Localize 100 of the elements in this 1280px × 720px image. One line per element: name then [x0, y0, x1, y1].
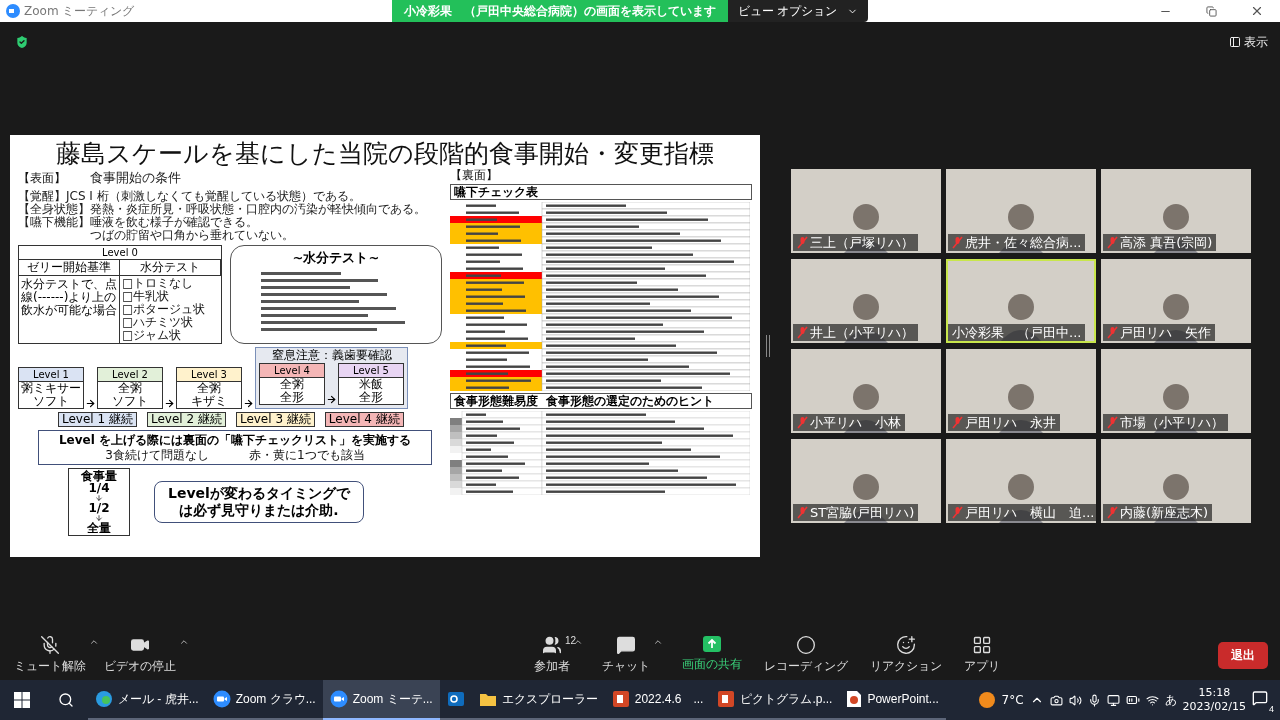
participant-name-tag: 戸田リハ 矢作 — [1103, 324, 1215, 341]
display-icon[interactable] — [1106, 693, 1120, 707]
check-option: □ポタージュ状 — [122, 303, 219, 316]
toolbar-button[interactable]: チャット — [598, 635, 664, 675]
level-zero-table: Level 0 ゼリー開始基準 水分テスト 水分テストで、点線(------)より上の飲水が可能な場合 □トロミなし □牛乳状 □ポタージュ状 □ハチミツ状 □ジャム状 — [18, 245, 222, 344]
continue-box: Level 4 継続 — [324, 412, 404, 427]
presentation-file-icon — [846, 690, 863, 708]
level-box: Level 1 粥ミキサー ソフト — [18, 367, 84, 409]
camera-icon[interactable] — [1049, 693, 1063, 707]
app-logo-icon — [6, 4, 20, 18]
level-box: Level 3 全粥 キザミ — [176, 367, 242, 409]
taskbar-item[interactable]: メール - 虎井... — [88, 680, 206, 720]
timing-note: Levelが変わるタイミングでは必ず見守りまたは介助. — [154, 481, 364, 523]
participant-name-tag: 高添 真吾(宗岡) — [1103, 234, 1217, 251]
level-box: Level 2 全粥 ソフト — [97, 367, 163, 409]
speaker-icon[interactable] — [1068, 693, 1082, 707]
arrow-icon — [326, 394, 337, 405]
level-box: Level 5 米飯 全形 — [338, 363, 404, 405]
conditions-heading: 食事開始の条件 — [90, 169, 181, 187]
muted-mic-icon — [797, 506, 808, 519]
condition-text: 【全身状態】発熱・炎症所見・呼吸状態・口腔内の汚染が軽快傾向である。 — [18, 203, 427, 216]
caution-label: 窒息注意：義歯要確認 — [271, 349, 392, 362]
muted-mic-icon — [952, 416, 963, 429]
apps-icon — [972, 635, 992, 655]
microphone-icon[interactable] — [1087, 693, 1101, 707]
arrow-icon — [85, 398, 96, 409]
arrow-down-icon — [95, 494, 103, 502]
caret-icon[interactable] — [89, 637, 99, 647]
toolbar-button[interactable]: レコーディング — [760, 635, 852, 675]
input-method-indicator[interactable]: あ — [1164, 691, 1177, 709]
restore-icon[interactable] — [1205, 5, 1217, 17]
panel-icon[interactable] — [1229, 36, 1241, 48]
legend-text: 3食続けて問題なし — [105, 449, 209, 462]
taskbar-item[interactable]: Zoom ミーテ... — [322, 680, 440, 720]
caret-icon[interactable] — [179, 637, 189, 647]
muted-mic-icon — [1107, 506, 1118, 519]
leave-button[interactable]: 退出 — [1218, 641, 1268, 669]
taskbar-item[interactable]: Zoom クラウ... — [205, 680, 323, 720]
toolbar-button[interactable]: 画面の共有 — [678, 635, 746, 675]
slide-title: 藤島スケールを基にした当院の段階的食事開始・変更指標 — [55, 139, 715, 169]
muted-mic-icon — [797, 326, 808, 339]
view-options-button[interactable]: ビュー オプション — [728, 0, 869, 22]
weather-temperature: 7°C — [1001, 693, 1024, 707]
intake-step: 全量 — [87, 522, 111, 534]
browser-icon — [95, 690, 113, 708]
taskbar-item[interactable]: エクスプローラー — [471, 680, 605, 720]
food-table-header: 食事形態難易度 食事形態の選定のためのヒント — [450, 393, 752, 409]
screen-share-banner: 小冷彩果 （戸田中央総合病院）の画面を表示しています — [392, 0, 728, 22]
checklist-header: 嚥下チェック表 — [450, 184, 752, 200]
toolbar-button[interactable]: ミュート解除 — [10, 635, 100, 675]
participant-name-tag: 小冷彩果 （戸田中... — [948, 324, 1086, 341]
muted-mic-icon — [952, 236, 963, 249]
muted-mic-icon — [40, 635, 60, 655]
continue-box: Level 3 継続 — [235, 412, 315, 427]
clock[interactable]: 15:18 2023/02/15 — [1182, 686, 1246, 714]
check-option: □トロミなし — [122, 277, 219, 290]
upgrade-note: Level を上げる際には裏面の「嚥下チェックリスト」を実施する — [58, 433, 411, 447]
front-side-label: 【表面】 — [18, 172, 66, 185]
battery-icon[interactable] — [1125, 693, 1140, 707]
water-test-title: ~水分テスト~ — [292, 249, 380, 267]
taskbar-item[interactable]: 2022.4.6 ... — [604, 680, 711, 720]
wifi-icon[interactable] — [1145, 693, 1159, 707]
participant-name-tag: 三上（戸塚リハ） — [793, 234, 918, 251]
back-side-label: 【裏面】 — [450, 169, 499, 182]
search-icon[interactable] — [58, 692, 74, 708]
intake-title: 食事量 — [81, 470, 117, 482]
participant-name-tag: 井上（小平リハ） — [793, 324, 918, 341]
toolbar-button[interactable]: 12 参加者 — [530, 635, 584, 675]
muted-mic-icon — [1107, 416, 1118, 429]
toolbar-button[interactable]: アプリ — [960, 635, 1004, 675]
mail-app-icon — [446, 690, 465, 708]
smiley-plus-icon — [896, 635, 916, 655]
muted-mic-icon — [797, 416, 808, 429]
taskbar-item[interactable]: PowerPoint... — [839, 680, 946, 720]
participant-name-tag: 虎井・佐々総合病... — [948, 234, 1086, 251]
toolbar-button[interactable]: リアクション — [866, 635, 946, 675]
sun-icon — [977, 691, 996, 709]
notification-button[interactable]: 4 — [1252, 690, 1272, 710]
muted-mic-icon — [1107, 236, 1118, 249]
presentation-icon — [717, 690, 736, 708]
continue-box: Level 2 継続 — [146, 412, 226, 427]
participant-name-tag: 市場（小平リハ） — [1103, 414, 1228, 431]
folder-icon — [478, 691, 497, 707]
view-button[interactable]: 表示 — [1227, 31, 1270, 53]
condition-text: 【嚥下機能】唾液を飲む様子が確認できる。 — [18, 216, 258, 229]
continue-box: Level 1 継続 — [58, 412, 137, 427]
check-option: □ジャム状 — [122, 329, 219, 342]
check-option: □牛乳状 — [122, 290, 219, 303]
toolbar-button[interactable]: ビデオの停止 — [100, 635, 190, 675]
participant-name-tag: 内藤(新座志木) — [1103, 504, 1213, 521]
intake-step: 1/4 — [88, 482, 110, 494]
close-icon[interactable] — [1250, 4, 1264, 18]
taskbar-item[interactable]: ピクトグラム.p... — [710, 680, 840, 720]
shield-check-icon — [14, 34, 30, 50]
caret-icon[interactable] — [653, 637, 663, 647]
muted-mic-icon — [1107, 326, 1118, 339]
record-icon — [796, 635, 816, 655]
level-box: Level 4 全粥 全形 — [259, 363, 325, 405]
arrow-down-icon — [95, 514, 103, 522]
condition-text: つばの貯留や口角から垂れていない。 — [89, 229, 295, 242]
